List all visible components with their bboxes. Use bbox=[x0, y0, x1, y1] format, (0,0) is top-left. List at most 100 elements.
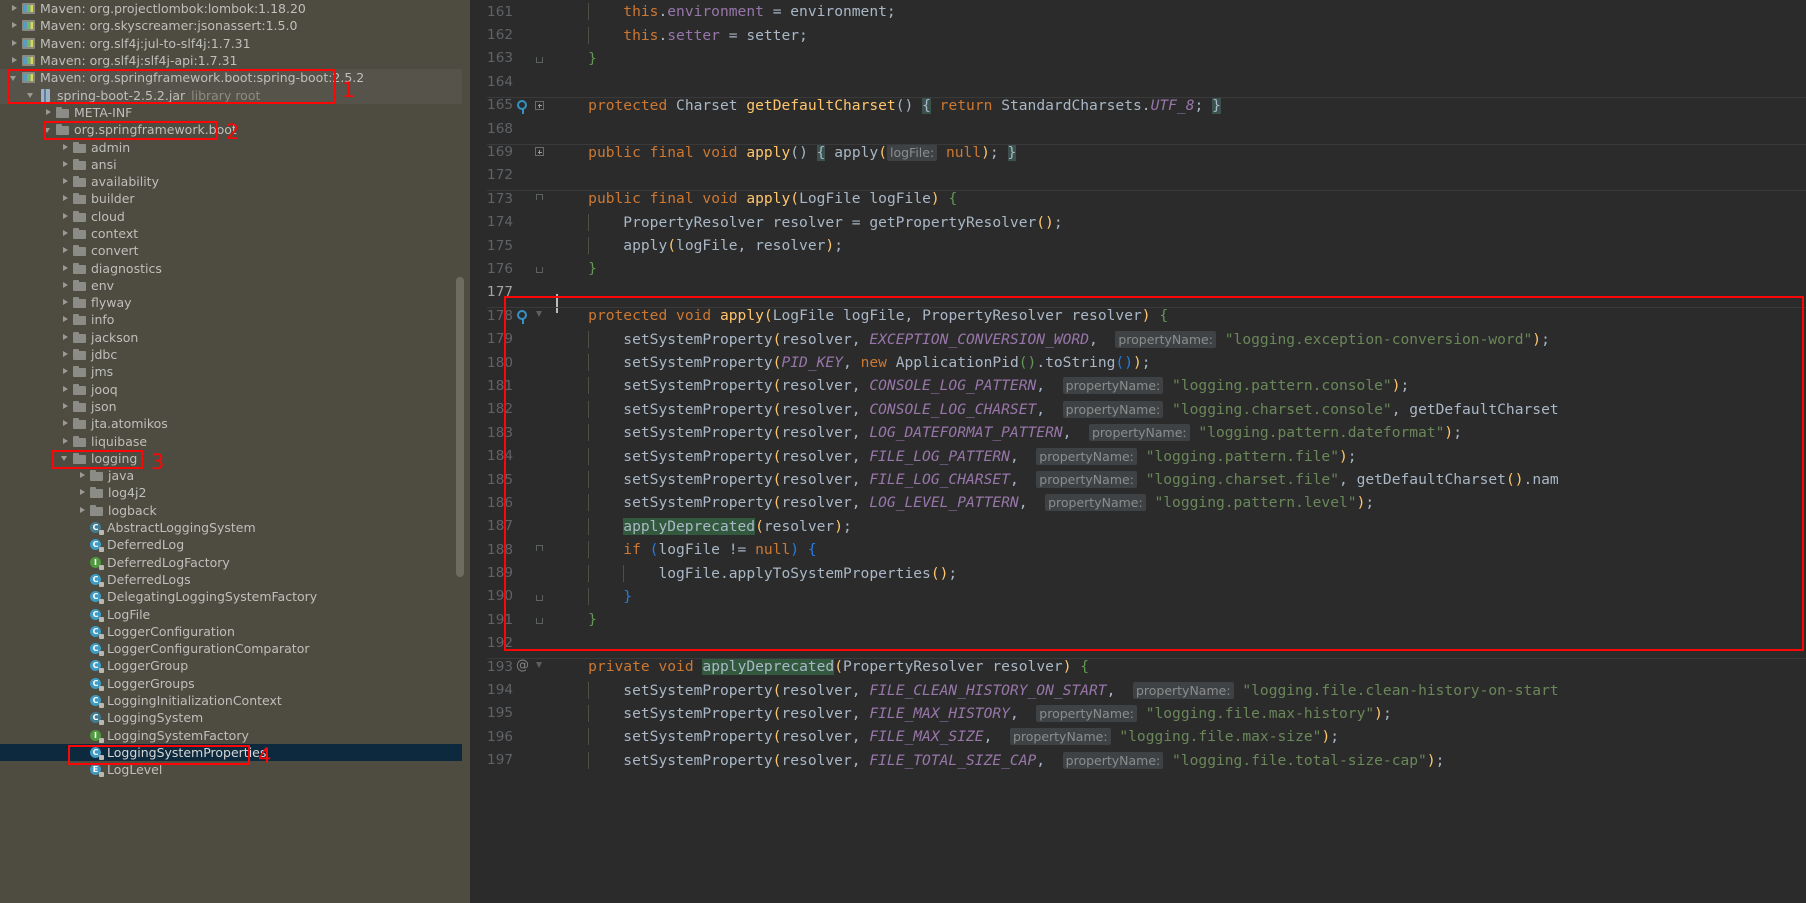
fold-marker[interactable] bbox=[532, 47, 549, 70]
code-editor[interactable]: 161 this.environment = environment; 162 t… bbox=[470, 0, 1806, 903]
gutter-marker[interactable] bbox=[515, 351, 532, 374]
chevron-right-icon[interactable] bbox=[61, 264, 70, 273]
code-line[interactable]: 191 } bbox=[470, 608, 1806, 631]
tree-item[interactable]: Maven: org.slf4j:slf4j-api:1.7.31 bbox=[0, 52, 462, 69]
gutter-marker[interactable] bbox=[515, 538, 532, 561]
code-line[interactable]: 168 bbox=[470, 117, 1806, 140]
gutter-marker[interactable] bbox=[515, 491, 532, 514]
chevron-right-icon[interactable] bbox=[61, 333, 70, 342]
code-line[interactable]: 173 public final void apply(LogFile logF… bbox=[470, 187, 1806, 210]
tree-item[interactable]: jms bbox=[0, 363, 462, 380]
tree-item[interactable]: logging bbox=[0, 450, 462, 467]
chevron-right-icon[interactable] bbox=[61, 177, 70, 186]
tree-item[interactable]: C LoggerGroup bbox=[0, 657, 462, 674]
fold-marker[interactable] bbox=[532, 23, 549, 46]
fold-arw-d-icon[interactable] bbox=[536, 311, 543, 320]
fold-cap-b-icon[interactable] bbox=[536, 267, 543, 274]
chevron-right-icon[interactable] bbox=[61, 315, 70, 324]
chevron-right-icon[interactable] bbox=[61, 367, 70, 376]
fold-marker[interactable] bbox=[532, 351, 549, 374]
code-line[interactable]: 164 bbox=[470, 70, 1806, 93]
tree-item[interactable]: Maven: org.slf4j:jul-to-slf4j:1.7.31 bbox=[0, 35, 462, 52]
code-line[interactable]: 174 PropertyResolver resolver = getPrope… bbox=[470, 211, 1806, 234]
tree-item[interactable]: I DeferredLogFactory bbox=[0, 554, 462, 571]
run-method-icon[interactable] bbox=[517, 310, 527, 325]
gutter-marker[interactable] bbox=[515, 374, 532, 397]
code-line[interactable]: 175 apply(logFile, resolver); bbox=[470, 234, 1806, 257]
gutter-marker[interactable] bbox=[515, 678, 532, 701]
tree-item[interactable]: jdbc bbox=[0, 346, 462, 363]
tree-item[interactable]: builder bbox=[0, 190, 462, 207]
fold-marker[interactable] bbox=[532, 0, 549, 23]
code-line[interactable]: 183 setSystemProperty(resolver, LOG_DATE… bbox=[470, 421, 1806, 444]
tree-item[interactable]: C DelegatingLoggingSystemFactory bbox=[0, 588, 462, 605]
tree-item[interactable]: flyway bbox=[0, 294, 462, 311]
tree-item[interactable]: E LogLevel bbox=[0, 761, 462, 778]
chevron-down-icon[interactable] bbox=[27, 91, 36, 100]
code-line[interactable]: 193 @ private void applyDeprecated(Proper… bbox=[470, 655, 1806, 678]
fold-marker[interactable] bbox=[532, 491, 549, 514]
tree-item[interactable]: convert bbox=[0, 242, 462, 259]
chevron-right-icon[interactable] bbox=[61, 281, 70, 290]
code-text[interactable]: setSystemProperty(resolver, CONSOLE_LOG_… bbox=[549, 377, 1806, 395]
code-text[interactable]: setSystemProperty(resolver, FILE_MAX_SIZ… bbox=[549, 728, 1806, 746]
tree-item[interactable]: Maven: org.springframework.boot:spring-b… bbox=[0, 69, 462, 87]
tree-item[interactable]: C LoggingInitializationContext bbox=[0, 692, 462, 709]
code-line[interactable]: 177 bbox=[470, 281, 1806, 314]
fold-cap-b-icon[interactable] bbox=[536, 594, 543, 601]
chevron-right-icon[interactable] bbox=[61, 385, 70, 394]
fold-marker[interactable] bbox=[532, 515, 549, 538]
fold-marker[interactable] bbox=[532, 585, 549, 608]
code-text[interactable]: protected Charset getDefaultCharset() { … bbox=[487, 96, 1806, 114]
tree-item[interactable]: info bbox=[0, 311, 462, 328]
fold-marker[interactable] bbox=[532, 421, 549, 444]
code-line[interactable]: 189 logFile.applyToSystemProperties(); bbox=[470, 561, 1806, 584]
chevron-right-icon[interactable] bbox=[78, 488, 87, 497]
gutter-marker[interactable] bbox=[515, 515, 532, 538]
gutter-marker[interactable] bbox=[515, 47, 532, 70]
chevron-right-icon[interactable] bbox=[61, 298, 70, 307]
gutter-marker[interactable] bbox=[515, 702, 532, 725]
fold-marker[interactable] bbox=[532, 468, 549, 491]
gutter-marker[interactable] bbox=[515, 749, 532, 772]
code-text[interactable]: apply(logFile, resolver); bbox=[549, 237, 1806, 255]
gutter-marker[interactable] bbox=[515, 327, 532, 350]
code-line[interactable]: 181 setSystemProperty(resolver, CONSOLE_… bbox=[470, 374, 1806, 397]
code-text[interactable]: } bbox=[549, 50, 1806, 67]
code-text[interactable]: } bbox=[549, 611, 1806, 628]
fold-marker[interactable] bbox=[532, 398, 549, 421]
tree-item[interactable]: availability bbox=[0, 173, 462, 190]
tree-item[interactable]: C LoggerConfigurationComparator bbox=[0, 640, 462, 657]
code-text[interactable]: setSystemProperty(resolver, FILE_LOG_CHA… bbox=[549, 471, 1806, 488]
code-line[interactable]: 195 setSystemProperty(resolver, FILE_MAX… bbox=[470, 702, 1806, 725]
chevron-right-icon[interactable] bbox=[10, 4, 19, 13]
code-text[interactable]: setSystemProperty(PID_KEY, new Applicati… bbox=[549, 354, 1806, 372]
chevron-right-icon[interactable] bbox=[61, 229, 70, 238]
code-text[interactable]: setSystemProperty(resolver, FILE_LOG_PAT… bbox=[549, 447, 1806, 465]
fold-marker[interactable] bbox=[532, 164, 549, 187]
code-text[interactable]: public final void apply() { apply(logFil… bbox=[487, 143, 1806, 161]
code-text[interactable]: PropertyResolver resolver = getPropertyR… bbox=[549, 213, 1806, 231]
tree-item[interactable]: Maven: org.skyscreamer:jsonassert:1.5.0 bbox=[0, 17, 462, 34]
fold-marker[interactable] bbox=[532, 257, 549, 280]
fold-cap-t-icon[interactable] bbox=[536, 194, 543, 201]
code-text[interactable]: protected void apply(LogFile logFile, Pr… bbox=[487, 307, 1806, 324]
chevron-right-icon[interactable] bbox=[61, 419, 70, 428]
code-text[interactable]: if (logFile != null) { bbox=[549, 541, 1806, 559]
code-line[interactable]: 178 protected void apply(LogFile logFile… bbox=[470, 304, 1806, 327]
chevron-right-icon[interactable] bbox=[61, 143, 70, 152]
chevron-right-icon[interactable] bbox=[10, 39, 19, 48]
code-text[interactable]: public final void apply(LogFile logFile)… bbox=[487, 190, 1806, 207]
gutter-marker[interactable] bbox=[515, 398, 532, 421]
gutter-marker[interactable] bbox=[515, 117, 532, 140]
code-text[interactable]: setSystemProperty(resolver, EXCEPTION_CO… bbox=[549, 330, 1806, 348]
code-text[interactable]: setSystemProperty(resolver, FILE_TOTAL_S… bbox=[549, 751, 1806, 769]
code-line[interactable]: 176 } bbox=[470, 257, 1806, 280]
code-text[interactable]: setSystemProperty(resolver, CONSOLE_LOG_… bbox=[549, 400, 1806, 418]
fold-marker[interactable] bbox=[532, 632, 549, 655]
gutter-marker[interactable] bbox=[515, 211, 532, 234]
code-line[interactable]: 186 setSystemProperty(resolver, LOG_LEVE… bbox=[470, 491, 1806, 514]
chevron-right-icon[interactable] bbox=[10, 21, 19, 30]
tree-item[interactable]: ansi bbox=[0, 156, 462, 173]
tree-item[interactable]: Maven: org.projectlombok:lombok:1.18.20 bbox=[0, 0, 462, 17]
